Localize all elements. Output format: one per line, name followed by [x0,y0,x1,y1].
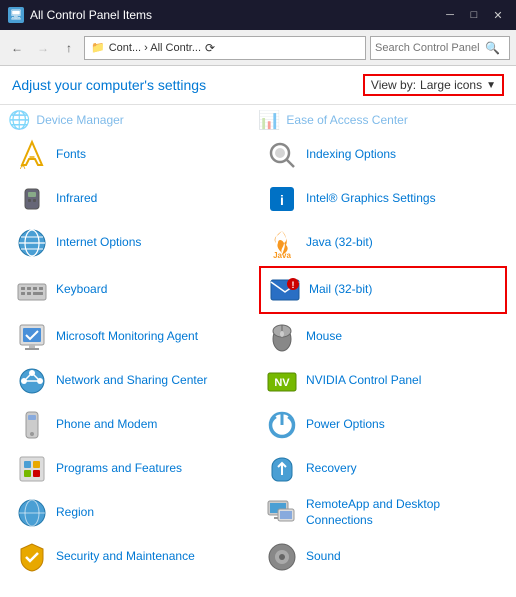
power-options-label: Power Options [306,417,385,433]
infrared-label: Infrared [56,191,97,207]
network-sharing-label: Network and Sharing Center [56,373,207,389]
item-intel-graphics[interactable]: i Intel® Graphics Settings [258,177,508,221]
maximize-button[interactable]: □ [464,7,484,23]
minimize-button[interactable]: ─ [440,7,460,23]
item-remoteapp[interactable]: RemoteApp and Desktop Connections [258,491,508,535]
svg-text:A: A [20,162,26,171]
item-programs-features[interactable]: Programs and Features [8,447,258,491]
search-input[interactable] [375,42,485,54]
microsoft-monitoring-label: Microsoft Monitoring Agent [56,329,198,345]
java-label: Java (32-bit) [306,235,373,251]
window-controls: ─ □ ✕ [440,7,508,23]
svg-text:Java: Java [273,251,291,259]
item-internet-options[interactable]: Internet Options [8,221,258,265]
internet-options-label: Internet Options [56,235,141,251]
item-java[interactable]: Java Java (32-bit) [258,221,508,265]
nvidia-icon: NV [264,363,300,399]
fonts-icon: A [14,137,50,173]
items-area: 🌐 Device Manager 📊 Ease of Access Center… [0,105,516,597]
item-mouse[interactable]: Mouse [258,315,508,359]
infrared-icon [14,181,50,217]
phone-modem-icon [14,407,50,443]
item-microsoft-monitoring[interactable]: Microsoft Monitoring Agent [8,315,258,359]
main-content: Adjust your computer's settings View by:… [0,66,516,597]
item-power-options[interactable]: Power Options [258,403,508,447]
recovery-label: Recovery [306,461,357,477]
microsoft-monitoring-icon [14,319,50,355]
mail-label: Mail (32-bit) [309,282,372,298]
indexing-options-label: Indexing Options [306,147,396,163]
indexing-options-icon [264,137,300,173]
item-mail[interactable]: ! Mail (32-bit) [259,266,507,314]
back-button[interactable]: ← [6,37,28,59]
search-box[interactable]: 🔍 [370,36,510,60]
security-maintenance-label: Security and Maintenance [56,549,195,565]
view-by-value[interactable]: Large icons [420,78,482,92]
region-icon [14,495,50,531]
programs-features-label: Programs and Features [56,461,182,477]
svg-text:i: i [280,192,284,208]
intel-graphics-icon: i [264,181,300,217]
view-by-dropdown-arrow[interactable]: ▼ [486,80,496,91]
phone-modem-label: Phone and Modem [56,417,157,433]
item-indexing-options[interactable]: Indexing Options [258,133,508,177]
internet-options-icon [14,225,50,261]
item-fonts[interactable]: A Fonts [8,133,258,177]
close-button[interactable]: ✕ [488,7,508,23]
remoteapp-icon [264,495,300,531]
nvidia-label: NVIDIA Control Panel [306,373,421,389]
items-grid: A Fonts Indexing Options [0,131,516,581]
item-recovery[interactable]: Recovery [258,447,508,491]
forward-button[interactable]: → [32,37,54,59]
java-icon: Java [264,225,300,261]
mouse-label: Mouse [306,329,342,345]
top-partial-row: 🌐 Device Manager 📊 Ease of Access Center [0,109,516,131]
network-sharing-icon [14,363,50,399]
item-network-sharing[interactable]: Network and Sharing Center [8,359,258,403]
programs-features-icon [14,451,50,487]
header-row: Adjust your computer's settings View by:… [0,66,516,105]
item-infrared[interactable]: Infrared [8,177,258,221]
mail-icon: ! [267,272,303,308]
mouse-icon [264,319,300,355]
svg-text:!: ! [292,280,295,290]
up-button[interactable]: ↑ [58,37,80,59]
item-security-maintenance[interactable]: Security and Maintenance [8,535,258,579]
fonts-label: Fonts [56,147,86,163]
svg-text:NV: NV [274,377,290,389]
item-phone-modem[interactable]: Phone and Modem [8,403,258,447]
search-icon: 🔍 [485,41,500,55]
address-bar: ← → ↑ 📁 Cont... › All Contr... ⟳ 🔍 [0,30,516,66]
item-nvidia[interactable]: NV NVIDIA Control Panel [258,359,508,403]
page-title: Adjust your computer's settings [12,77,206,93]
item-sound[interactable]: Sound [258,535,508,579]
view-by-label: View by: [371,78,416,92]
security-maintenance-icon [14,539,50,575]
remoteapp-label: RemoteApp and Desktop Connections [306,497,502,528]
view-by-selector[interactable]: View by: Large icons ▼ [363,74,504,96]
app-icon: 🖥 [8,7,24,23]
sound-icon [264,539,300,575]
intel-graphics-label: Intel® Graphics Settings [306,191,436,207]
item-keyboard[interactable]: Keyboard [8,265,258,315]
sound-label: Sound [306,549,341,565]
power-options-icon [264,407,300,443]
recovery-icon [264,451,300,487]
item-region[interactable]: Region [8,491,258,535]
address-path[interactable]: 📁 Cont... › All Contr... ⟳ [84,36,366,60]
title-bar: 🖥 All Control Panel Items ─ □ ✕ [0,0,516,30]
keyboard-label: Keyboard [56,282,107,298]
region-label: Region [56,505,94,521]
keyboard-icon [14,272,50,308]
window-title: All Control Panel Items [30,8,440,22]
